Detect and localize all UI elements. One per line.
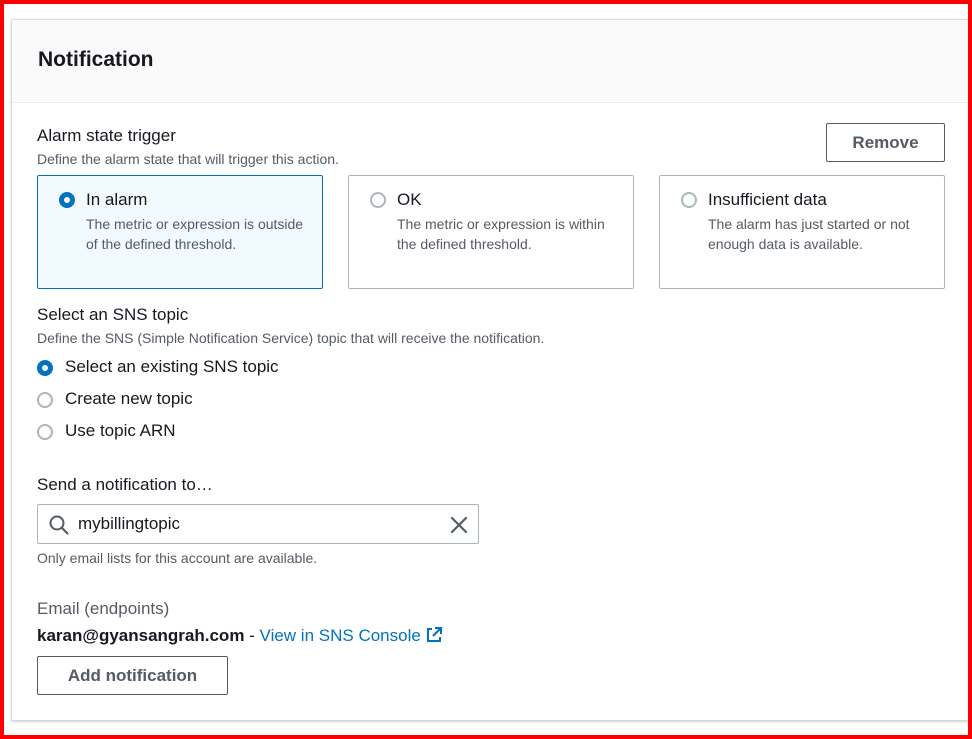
remove-button[interactable]: Remove <box>826 123 945 162</box>
close-icon[interactable] <box>448 514 470 536</box>
panel-title: Notification <box>38 48 154 71</box>
alarm-state-tile-insufficient-data[interactable]: Insufficient data The alarm has just sta… <box>659 175 945 289</box>
send-to-hint: Only email lists for this account are av… <box>37 550 318 566</box>
email-endpoint-row: karan@gyansangrah.com - View in SNS Cons… <box>37 626 443 646</box>
alarm-state-tile-in-alarm[interactable]: In alarm The metric or expression is out… <box>37 175 323 289</box>
external-link-icon <box>426 627 442 642</box>
email-endpoints-label: Email (endpoints) <box>37 599 170 618</box>
link-label: View in SNS Console <box>259 626 421 645</box>
radio-label: Create new topic <box>65 389 193 408</box>
radio-existing-topic[interactable] <box>37 360 53 376</box>
radio-create-topic[interactable] <box>37 392 53 408</box>
tile-description: The alarm has just started or not enough… <box>708 216 910 252</box>
search-icon <box>49 515 69 535</box>
email-address: karan@gyansangrah.com <box>37 626 245 645</box>
add-notification-button[interactable]: Add notification <box>37 656 228 695</box>
alarm-state-label: Alarm state trigger <box>37 126 176 145</box>
tile-description: The metric or expression is within the d… <box>397 216 605 252</box>
radio-ok[interactable] <box>370 192 386 208</box>
radio-insufficient-data[interactable] <box>681 192 697 208</box>
send-to-label: Send a notification to… <box>37 475 213 494</box>
radio-topic-arn[interactable] <box>37 424 53 440</box>
alarm-state-tile-ok[interactable]: OK The metric or expression is within th… <box>348 175 634 289</box>
sns-topic-label: Select an SNS topic <box>37 305 189 324</box>
tile-description: The metric or expression is outside of t… <box>86 216 304 252</box>
tile-label: Insufficient data <box>708 190 827 209</box>
topic-search-field[interactable] <box>37 504 479 544</box>
radio-label: Use topic ARN <box>65 421 176 440</box>
tile-label: OK <box>397 190 422 209</box>
separator: - <box>244 626 260 645</box>
alarm-state-description: Define the alarm state that will trigger… <box>37 151 339 167</box>
radio-in-alarm[interactable] <box>59 192 75 208</box>
radio-label: Select an existing SNS topic <box>65 357 279 376</box>
tile-label: In alarm <box>86 190 148 209</box>
topic-search-input[interactable] <box>78 513 438 535</box>
view-in-sns-console-link[interactable]: View in SNS Console <box>260 626 443 645</box>
panel-header: Notification <box>12 20 972 103</box>
sns-topic-description: Define the SNS (Simple Notification Serv… <box>37 330 545 346</box>
